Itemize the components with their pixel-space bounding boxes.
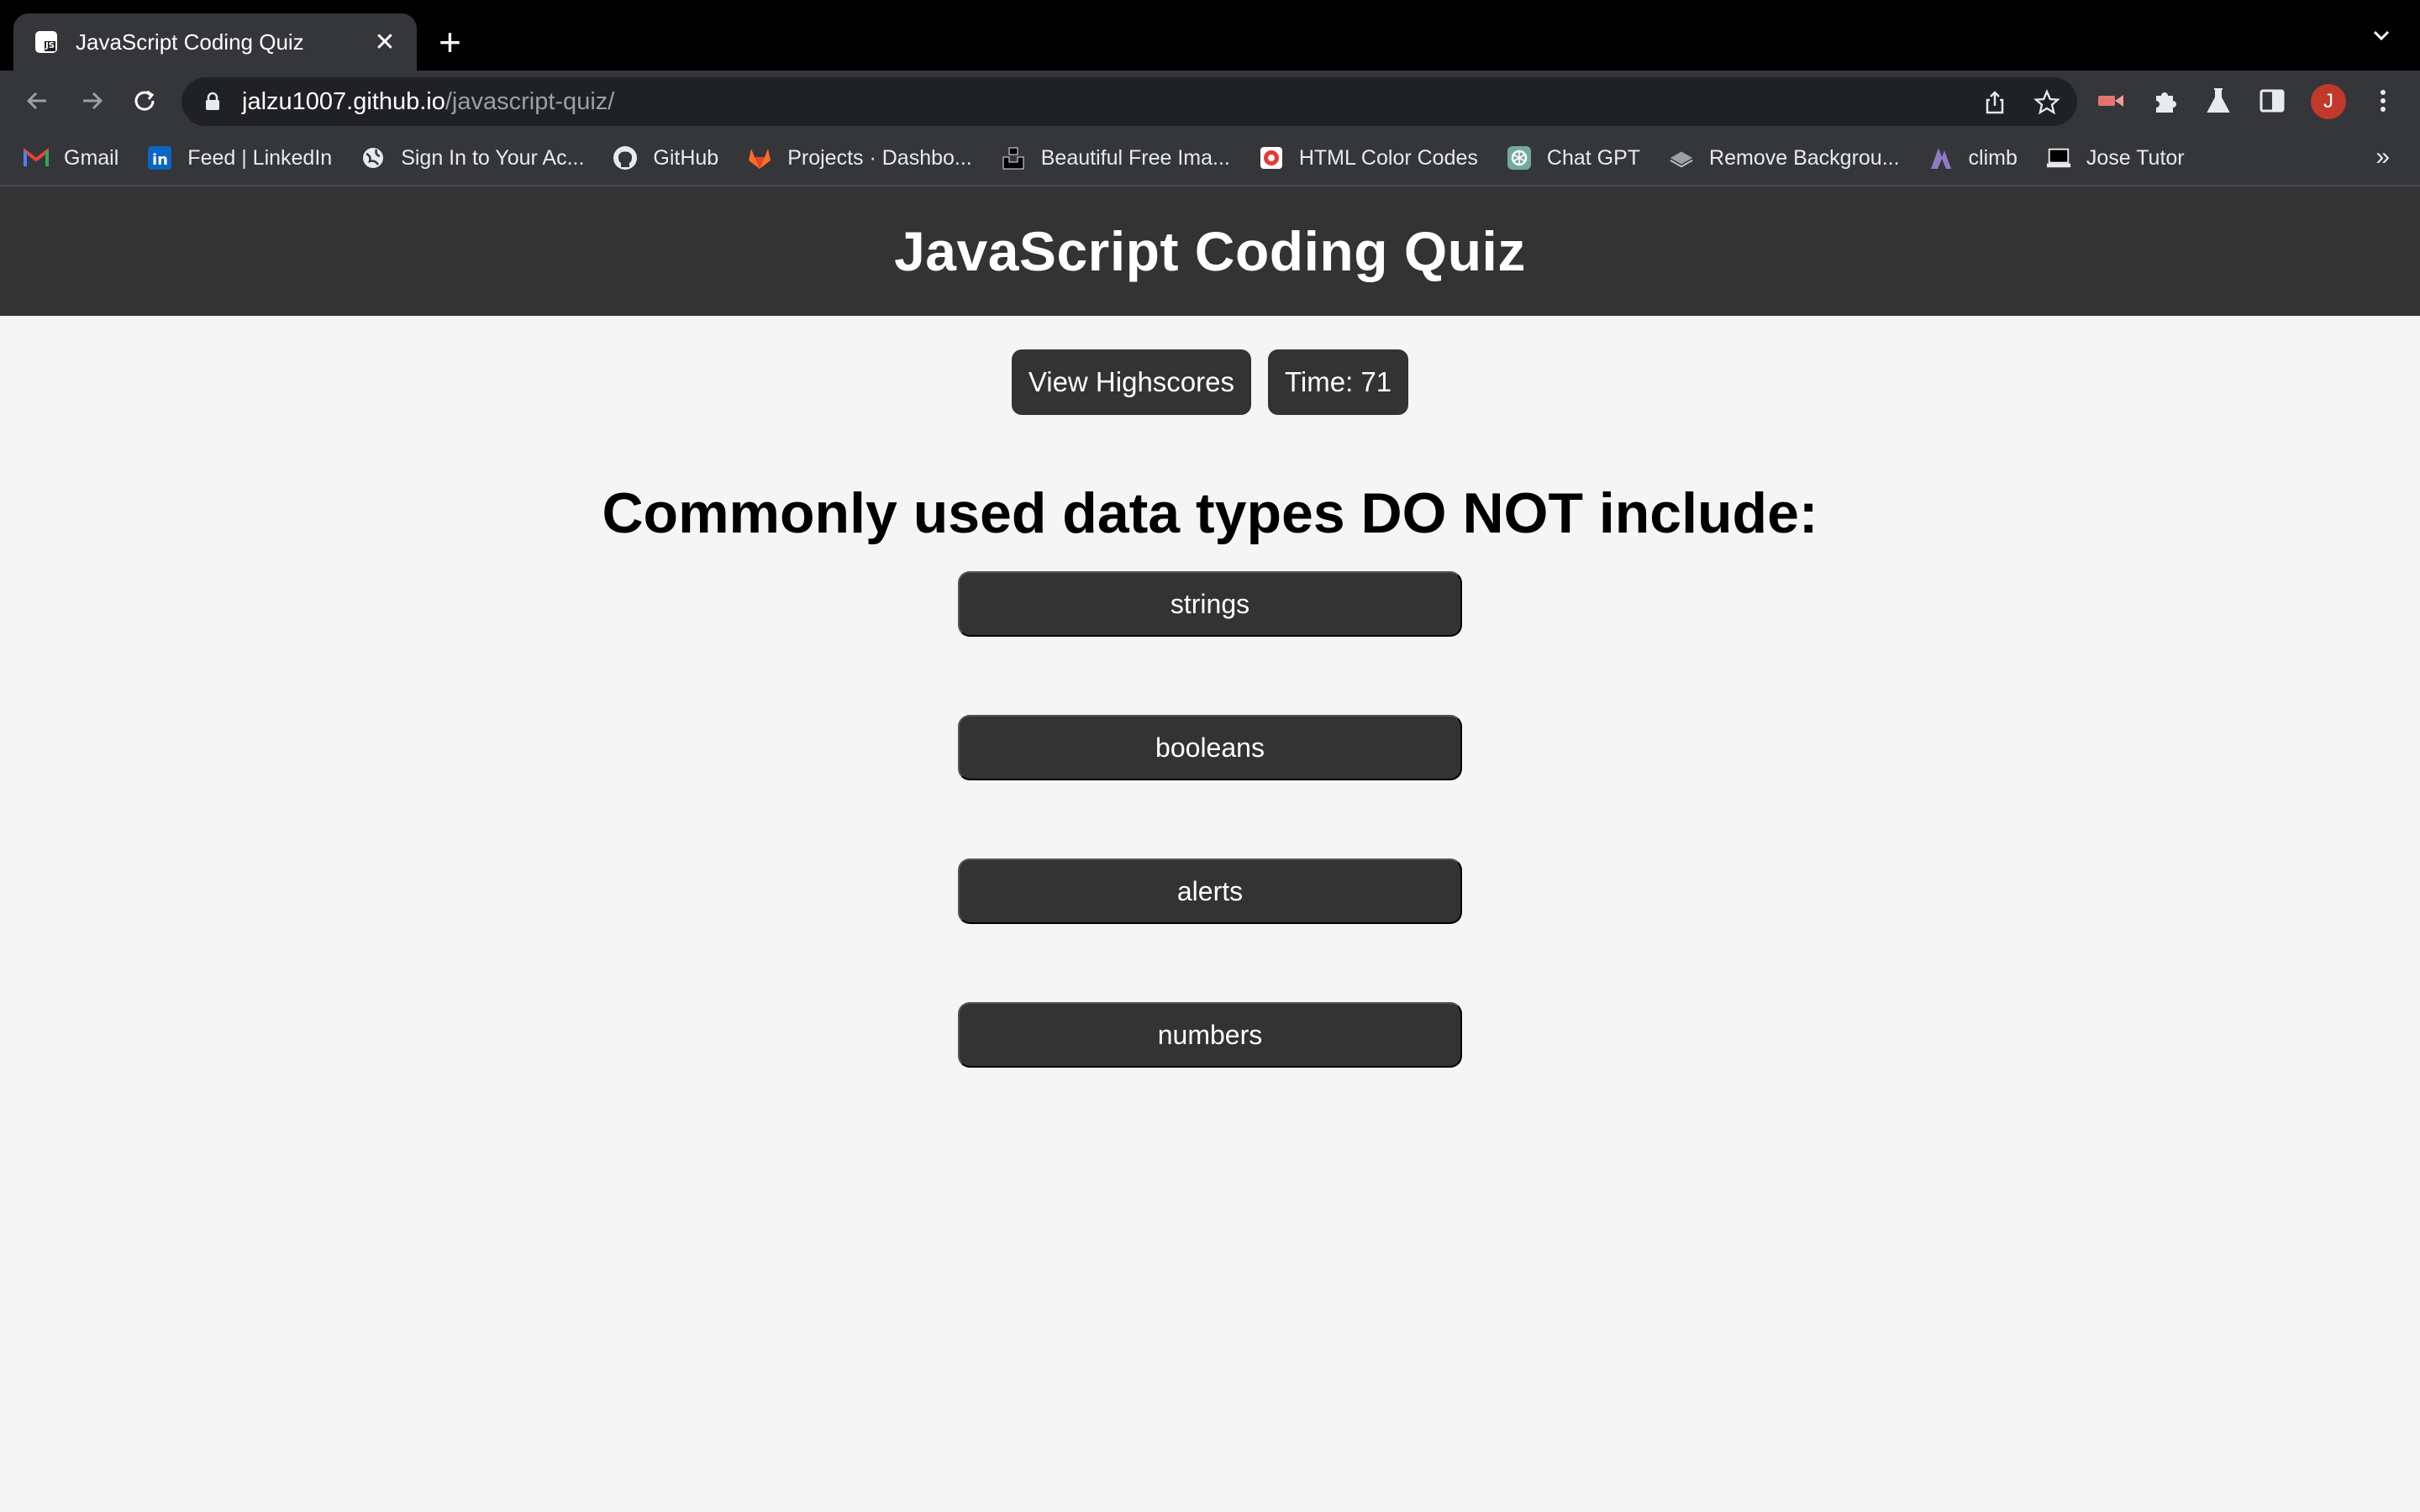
- color-codes-icon: [1259, 145, 1284, 171]
- lock-icon[interactable]: [202, 91, 224, 113]
- address-bar[interactable]: jalzu1007.github.io/javascript-quiz/: [182, 77, 2077, 126]
- question-text: Commonly used data types DO NOT include:: [602, 481, 1818, 545]
- side-panel-icon[interactable]: [2257, 86, 2287, 116]
- back-arrow-icon[interactable]: [20, 84, 54, 118]
- bookmark-github[interactable]: GitHub: [613, 145, 718, 171]
- linkedin-icon: in: [147, 145, 172, 171]
- bookmark-gitlab[interactable]: Projects · Dashbo...: [747, 145, 972, 171]
- unsplash-icon: [1001, 145, 1026, 171]
- bookmark-linkedin[interactable]: in Feed | LinkedIn: [147, 145, 332, 171]
- browser-chrome: JS JavaScript Coding Quiz ✕ + jalzu1007.…: [0, 0, 2420, 186]
- globe-icon: [360, 145, 386, 171]
- tab-search-chevron-icon[interactable]: [2368, 22, 2395, 49]
- bookmark-chatgpt[interactable]: Chat GPT: [1507, 145, 1640, 171]
- bookmarks-bar: Gmail in Feed | LinkedIn Sign In to Your…: [0, 131, 2420, 186]
- gitlab-icon: [747, 145, 772, 171]
- forward-arrow-icon[interactable]: [76, 84, 109, 118]
- page-title: JavaScript Coding Quiz: [894, 220, 1526, 282]
- labs-flask-icon[interactable]: [2203, 86, 2233, 116]
- js-favicon-icon: JS: [35, 31, 57, 53]
- menu-kebab-icon[interactable]: [2368, 86, 2398, 116]
- new-tab-button[interactable]: +: [439, 18, 461, 66]
- bookmark-climb[interactable]: climb: [1928, 145, 2018, 171]
- tab-close-icon[interactable]: ✕: [370, 28, 400, 57]
- answer-button-strings[interactable]: strings: [958, 571, 1462, 637]
- bookmark-star-icon[interactable]: [2033, 89, 2060, 116]
- reload-icon[interactable]: [128, 84, 161, 118]
- share-icon[interactable]: [1981, 89, 2008, 116]
- browser-tab[interactable]: JS JavaScript Coding Quiz ✕: [13, 13, 417, 71]
- tab-title: JavaScript Coding Quiz: [76, 29, 304, 55]
- quiz-main: View Highscores Time: 71 Commonly used d…: [0, 349, 2420, 1146]
- laptop-icon: [2046, 145, 2071, 171]
- answer-button-numbers[interactable]: numbers: [958, 1002, 1462, 1068]
- extension-recorder-icon[interactable]: [2096, 86, 2126, 116]
- remove-bg-icon: [1669, 145, 1694, 171]
- svg-text:in: in: [152, 151, 168, 169]
- view-highscores-button[interactable]: View Highscores: [1011, 349, 1251, 415]
- extensions-puzzle-icon[interactable]: [2149, 86, 2180, 116]
- answer-list: strings booleans alerts numbers: [0, 571, 2420, 1146]
- profile-avatar[interactable]: J: [2311, 84, 2346, 119]
- bookmark-sign-in[interactable]: Sign In to Your Ac...: [360, 145, 584, 171]
- info-bar: View Highscores Time: 71: [0, 349, 2420, 415]
- bookmark-html-color-codes[interactable]: HTML Color Codes: [1259, 145, 1478, 171]
- climb-icon: [1928, 145, 1954, 171]
- url-text: jalzu1007.github.io/javascript-quiz/: [242, 87, 615, 115]
- browser-toolbar: jalzu1007.github.io/javascript-quiz/ J: [0, 71, 2420, 131]
- gmail-icon: [24, 145, 49, 171]
- chatgpt-icon: [1507, 145, 1532, 171]
- page-header: JavaScript Coding Quiz: [0, 186, 2420, 316]
- bookmark-jose-tutor[interactable]: Jose Tutor: [2046, 145, 2185, 171]
- bookmarks-overflow-button[interactable]: »: [2375, 143, 2390, 171]
- answer-button-alerts[interactable]: alerts: [958, 858, 1462, 924]
- bookmark-remove-bg[interactable]: Remove Backgrou...: [1669, 145, 1900, 171]
- bookmark-gmail[interactable]: Gmail: [24, 145, 118, 171]
- tab-strip: JS JavaScript Coding Quiz ✕ +: [0, 0, 2420, 71]
- timer-display: Time: 71: [1268, 349, 1409, 415]
- github-icon: [613, 145, 638, 171]
- bookmark-unsplash[interactable]: Beautiful Free Ima...: [1001, 145, 1230, 171]
- answer-button-booleans[interactable]: booleans: [958, 715, 1462, 780]
